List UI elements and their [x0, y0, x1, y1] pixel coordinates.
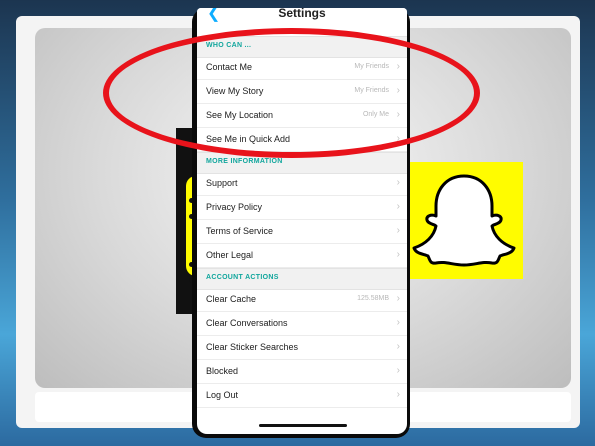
row-value: 125.58MB: [357, 295, 389, 302]
chevron-right-icon: ›: [396, 317, 400, 328]
row-label: Support: [206, 178, 238, 188]
settings-row-privacy-policy[interactable]: Privacy Policy ›: [197, 196, 407, 220]
settings-row-blocked[interactable]: Blocked ›: [197, 360, 407, 384]
chevron-right-icon: ›: [396, 341, 400, 352]
settings-row-terms-of-service[interactable]: Terms of Service ›: [197, 220, 407, 244]
chevron-right-icon: ›: [396, 177, 400, 188]
chevron-right-icon: ›: [396, 293, 400, 304]
section-header-account-actions: ACCOUNT ACTIONS: [197, 268, 407, 290]
settings-row-log-out[interactable]: Log Out ›: [197, 384, 407, 408]
chevron-right-icon: ›: [396, 365, 400, 376]
snapchat-ghost-icon: [406, 162, 523, 279]
row-label: Log Out: [206, 390, 239, 400]
home-indicator[interactable]: [259, 424, 347, 427]
section-header-label: MORE INFORMATION: [206, 158, 283, 165]
chevron-right-icon: ›: [396, 249, 400, 260]
section-header-label: ACCOUNT ACTIONS: [206, 274, 279, 281]
row-label: Privacy Policy: [206, 202, 263, 212]
row-label: Other Legal: [206, 250, 254, 260]
row-label: Terms of Service: [206, 226, 274, 236]
settings-row-support[interactable]: Support ›: [197, 172, 407, 196]
row-label: Clear Sticker Searches: [206, 342, 299, 352]
chevron-right-icon: ›: [396, 389, 400, 400]
page-title: Settings: [278, 8, 326, 20]
highlight-annotation-ellipse: [103, 28, 480, 158]
chevron-right-icon: ›: [396, 225, 400, 236]
settings-row-clear-cache[interactable]: Clear Cache 125.58MB ›: [197, 288, 407, 312]
row-label: Clear Cache: [206, 294, 257, 304]
settings-row-clear-conversations[interactable]: Clear Conversations ›: [197, 312, 407, 336]
settings-row-clear-sticker-searches[interactable]: Clear Sticker Searches ›: [197, 336, 407, 360]
settings-row-other-legal[interactable]: Other Legal ›: [197, 244, 407, 268]
row-label: Clear Conversations: [206, 318, 288, 328]
chevron-right-icon: ›: [396, 201, 400, 212]
row-label: Blocked: [206, 366, 239, 376]
